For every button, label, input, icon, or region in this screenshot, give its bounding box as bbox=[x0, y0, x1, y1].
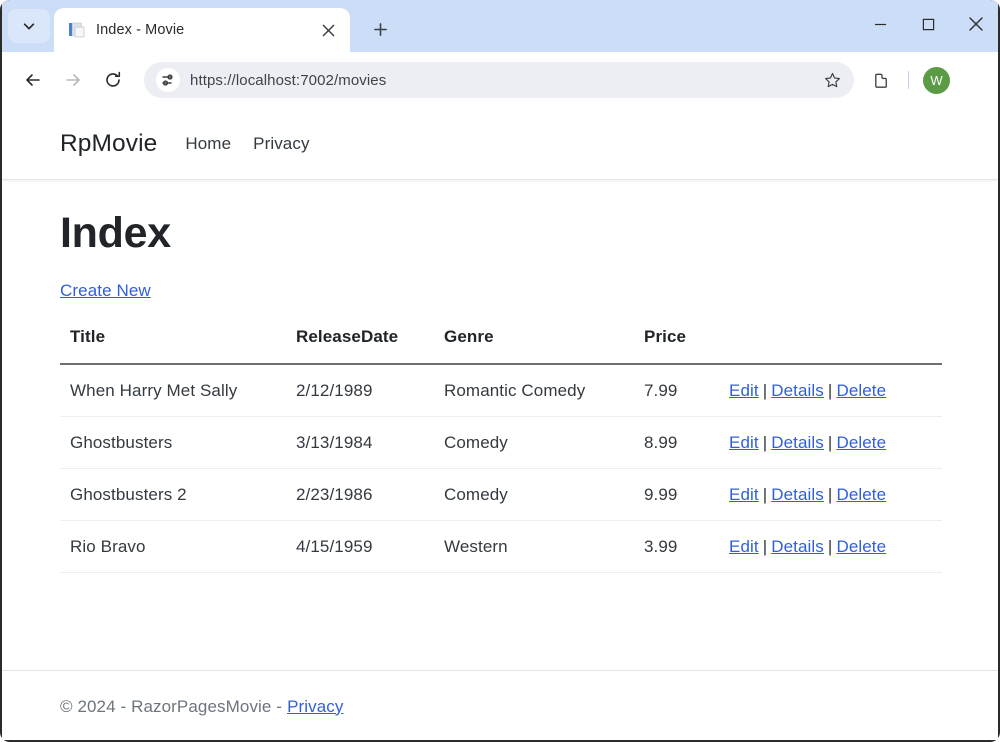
cell-actions: Edit|Details|Delete bbox=[729, 521, 942, 573]
details-link[interactable]: Details bbox=[771, 537, 824, 556]
site-navbar: RpMovie Home Privacy bbox=[0, 108, 1000, 180]
tune-sliders-icon[interactable] bbox=[156, 68, 180, 92]
cell-actions: Edit|Details|Delete bbox=[729, 364, 942, 417]
cell-price: 9.99 bbox=[644, 469, 729, 521]
cell-title: Ghostbusters 2 bbox=[60, 469, 296, 521]
window-controls bbox=[856, 0, 1000, 48]
cell-title: Rio Bravo bbox=[60, 521, 296, 573]
delete-link[interactable]: Delete bbox=[836, 485, 886, 504]
footer-privacy-link[interactable]: Privacy bbox=[287, 697, 343, 717]
table-body: When Harry Met Sally 2/12/1989 Romantic … bbox=[60, 364, 942, 573]
bookmark-button[interactable] bbox=[818, 66, 846, 94]
reload-icon bbox=[103, 70, 123, 90]
maximize-button[interactable] bbox=[904, 0, 952, 48]
cell-release-date: 4/15/1959 bbox=[296, 521, 444, 573]
delete-link[interactable]: Delete bbox=[836, 433, 886, 452]
cell-actions: Edit|Details|Delete bbox=[729, 417, 942, 469]
cell-title: Ghostbusters bbox=[60, 417, 296, 469]
cell-release-date: 2/23/1986 bbox=[296, 469, 444, 521]
cell-actions: Edit|Details|Delete bbox=[729, 469, 942, 521]
cell-release-date: 3/13/1984 bbox=[296, 417, 444, 469]
table-head: Title ReleaseDate Genre Price bbox=[60, 327, 942, 364]
column-header-genre: Genre bbox=[444, 327, 644, 364]
toolbar-divider bbox=[908, 71, 909, 89]
extensions-puzzle-icon bbox=[872, 71, 891, 90]
url-text[interactable]: https://localhost:7002/movies bbox=[190, 72, 808, 89]
site-footer: © 2024 - RazorPagesMovie - Privacy bbox=[0, 670, 1000, 742]
close-window-button[interactable] bbox=[952, 0, 1000, 48]
tab-title: Index - Movie bbox=[96, 22, 306, 38]
table-row: When Harry Met Sally 2/12/1989 Romantic … bbox=[60, 364, 942, 417]
column-header-releasedate: ReleaseDate bbox=[296, 327, 444, 364]
extensions-button[interactable] bbox=[864, 63, 898, 97]
page-title: Index bbox=[60, 210, 940, 257]
browser-menu-button[interactable] bbox=[958, 62, 990, 98]
nav-link-privacy[interactable]: Privacy bbox=[253, 134, 309, 154]
new-tab-button[interactable] bbox=[360, 9, 400, 49]
table-row: Rio Bravo 4/15/1959 Western 3.99 Edit|De… bbox=[60, 521, 942, 573]
forward-button[interactable] bbox=[54, 61, 92, 99]
close-icon bbox=[969, 17, 983, 31]
browser-toolbar: https://localhost:7002/movies W bbox=[0, 52, 1000, 108]
details-link[interactable]: Details bbox=[771, 381, 824, 400]
browser-window: Index - Movie bbox=[0, 0, 1000, 742]
site-brand[interactable]: RpMovie bbox=[60, 130, 157, 158]
cell-genre: Western bbox=[444, 521, 644, 573]
action-separator: | bbox=[824, 433, 837, 452]
tab-close-button[interactable] bbox=[316, 18, 340, 42]
action-separator: | bbox=[759, 537, 772, 556]
minimize-icon bbox=[874, 18, 887, 31]
page-content: Index Create New Title ReleaseDate Genre… bbox=[0, 210, 1000, 573]
table-row: Ghostbusters 3/13/1984 Comedy 8.99 Edit|… bbox=[60, 417, 942, 469]
cell-release-date: 2/12/1989 bbox=[296, 364, 444, 417]
column-header-title: Title bbox=[60, 327, 296, 364]
column-header-price: Price bbox=[644, 327, 729, 364]
nav-link-home[interactable]: Home bbox=[185, 134, 231, 154]
page-viewport: RpMovie Home Privacy Index Create New Ti… bbox=[0, 108, 1000, 742]
details-link[interactable]: Details bbox=[771, 433, 824, 452]
arrow-right-icon bbox=[63, 70, 83, 90]
cell-price: 3.99 bbox=[644, 521, 729, 573]
details-link[interactable]: Details bbox=[771, 485, 824, 504]
cell-price: 8.99 bbox=[644, 417, 729, 469]
action-separator: | bbox=[759, 433, 772, 452]
arrow-left-icon bbox=[23, 70, 43, 90]
action-separator: | bbox=[759, 381, 772, 400]
edit-link[interactable]: Edit bbox=[729, 381, 759, 400]
table-header-row: Title ReleaseDate Genre Price bbox=[60, 327, 942, 364]
close-icon bbox=[322, 24, 335, 37]
movies-table: Title ReleaseDate Genre Price When Harry… bbox=[60, 327, 942, 573]
back-button[interactable] bbox=[14, 61, 52, 99]
cell-price: 7.99 bbox=[644, 364, 729, 417]
cell-genre: Comedy bbox=[444, 417, 644, 469]
cell-genre: Comedy bbox=[444, 469, 644, 521]
document-stack-icon bbox=[68, 21, 86, 39]
profile-avatar[interactable]: W bbox=[923, 67, 950, 94]
tab-strip: Index - Movie bbox=[0, 0, 1000, 52]
create-new-link[interactable]: Create New bbox=[60, 281, 151, 301]
table-row: Ghostbusters 2 2/23/1986 Comedy 9.99 Edi… bbox=[60, 469, 942, 521]
maximize-icon bbox=[922, 18, 935, 31]
delete-link[interactable]: Delete bbox=[836, 381, 886, 400]
chevron-down-icon bbox=[22, 19, 36, 33]
star-icon bbox=[824, 72, 841, 89]
action-separator: | bbox=[824, 485, 837, 504]
delete-link[interactable]: Delete bbox=[836, 537, 886, 556]
tab-search-button[interactable] bbox=[8, 9, 50, 43]
action-separator: | bbox=[824, 381, 837, 400]
reload-button[interactable] bbox=[94, 61, 132, 99]
action-separator: | bbox=[759, 485, 772, 504]
column-header-actions bbox=[729, 327, 942, 364]
browser-tab[interactable]: Index - Movie bbox=[54, 8, 350, 52]
plus-icon bbox=[373, 22, 388, 37]
cell-genre: Romantic Comedy bbox=[444, 364, 644, 417]
minimize-button[interactable] bbox=[856, 0, 904, 48]
edit-link[interactable]: Edit bbox=[729, 537, 759, 556]
edit-link[interactable]: Edit bbox=[729, 485, 759, 504]
edit-link[interactable]: Edit bbox=[729, 433, 759, 452]
address-bar[interactable]: https://localhost:7002/movies bbox=[144, 62, 854, 98]
footer-copyright: © 2024 - RazorPagesMovie - bbox=[60, 697, 282, 717]
cell-title: When Harry Met Sally bbox=[60, 364, 296, 417]
action-separator: | bbox=[824, 537, 837, 556]
